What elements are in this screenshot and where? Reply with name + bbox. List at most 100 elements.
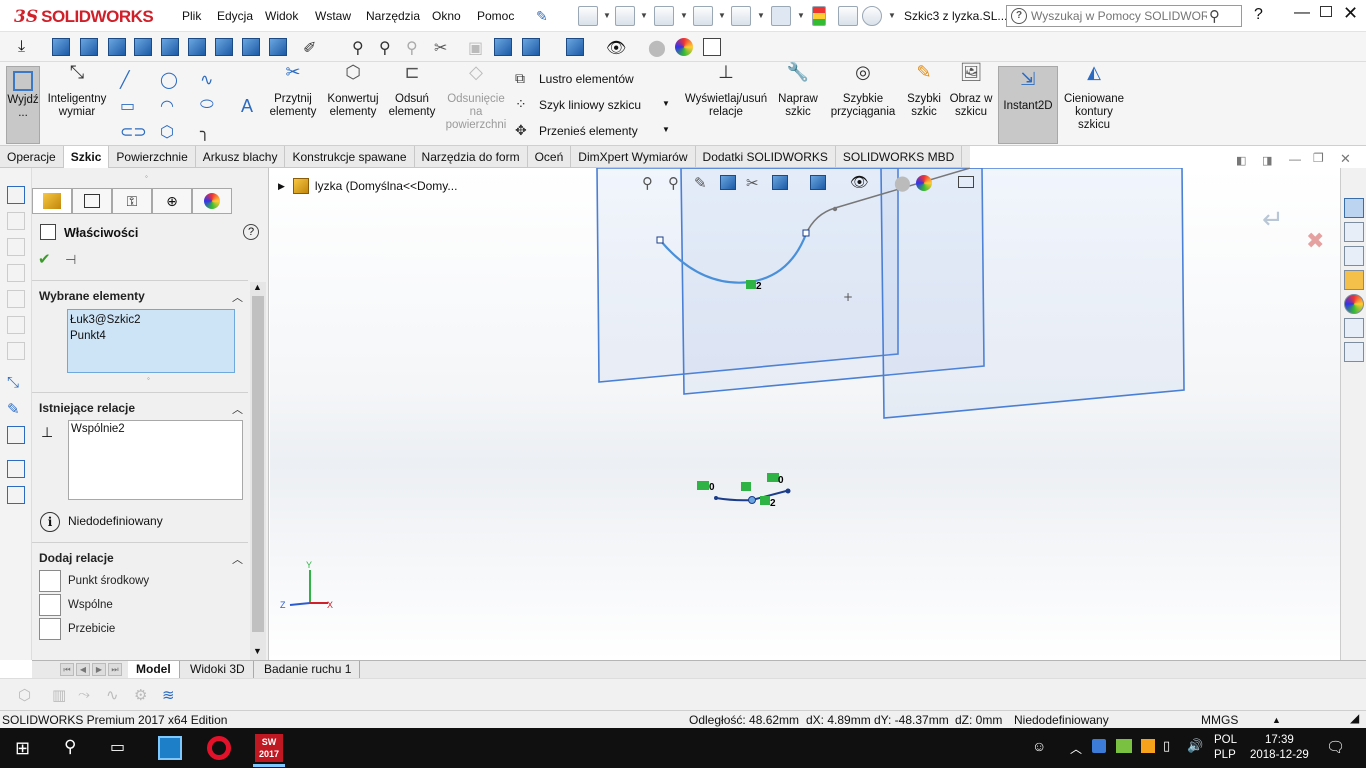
resize-grip-icon[interactable]: ◢ — [1350, 711, 1359, 725]
select-cursor-icon[interactable] — [771, 6, 791, 26]
file-explorer-icon[interactable] — [1344, 246, 1364, 266]
restore-button[interactable] — [1320, 6, 1332, 17]
scroll-thumb[interactable] — [252, 296, 264, 632]
shaded-contours-button[interactable]: ◭ Cieniowane kontury szkicu — [1062, 63, 1126, 132]
bottom-tool-1-icon[interactable]: ⬡ — [18, 686, 36, 704]
prev-tab-icon[interactable]: ◀ — [76, 663, 90, 676]
forum-icon[interactable] — [1344, 342, 1364, 362]
rectangle-icon[interactable]: ▭ — [120, 96, 138, 115]
hud-zoom-area-icon[interactable]: ⚲ — [668, 174, 679, 192]
tab-powierzchnie[interactable]: Powierzchnie — [109, 146, 196, 168]
bottom-tool-2-icon[interactable]: ▥ — [52, 686, 70, 704]
language-indicator[interactable]: POL PLP — [1214, 733, 1237, 763]
add-relation-midpoint[interactable]: Punkt środkowy — [39, 570, 149, 592]
convert-entities-button[interactable]: ⬡ Konwertuj elementy — [324, 63, 382, 119]
first-tab-icon[interactable]: ⏮ — [60, 663, 74, 676]
zoom-area-icon[interactable]: ⚲ — [379, 38, 397, 57]
pm-help-icon[interactable]: ? — [243, 224, 259, 240]
undo-icon[interactable] — [731, 6, 751, 26]
dimetric-view-icon[interactable] — [269, 38, 287, 56]
menu-narzedzia[interactable]: Narzędzia — [366, 9, 420, 23]
display-delete-relations-button[interactable]: ⊥ Wyświetlaj/usuń relacje — [680, 63, 772, 119]
relation-item[interactable]: Wspólnie2 — [71, 423, 240, 435]
tab-szkic[interactable]: Szkic — [63, 146, 110, 168]
hud-zoom-fit-icon[interactable]: ⚲ — [642, 174, 653, 192]
units-selector[interactable]: MMGS — [1201, 713, 1238, 727]
pm-scrollbar[interactable]: ▲ ▼ — [250, 282, 266, 660]
hud-view-orientation-icon[interactable] — [772, 175, 788, 190]
display-style-icon[interactable] — [566, 38, 584, 56]
open-dropdown-icon[interactable]: ▼ — [640, 11, 648, 20]
keep-visible-pin-icon[interactable]: ⊣ — [65, 252, 76, 268]
back-view-icon[interactable] — [80, 38, 98, 56]
tab-konstrukcje-spawane[interactable]: Konstrukcje spawane — [285, 146, 415, 168]
menu-edycja[interactable]: Edycja — [217, 9, 253, 23]
hud-hide-show-icon[interactable]: 👁 — [850, 173, 869, 191]
scroll-up-icon[interactable]: ▲ — [253, 282, 262, 292]
tab-motion-study[interactable]: Badanie ruchu 1 — [256, 661, 361, 678]
mesh-icon[interactable] — [7, 316, 25, 334]
view-monitor-icon[interactable] — [703, 38, 721, 56]
split-pane-right-icon[interactable]: ◨ — [1262, 154, 1272, 167]
nvidia-tray-icon[interactable] — [1116, 739, 1132, 753]
options-dropdown-icon[interactable]: ▼ — [888, 11, 896, 20]
calculator-app-icon[interactable] — [158, 736, 182, 760]
solidworks-resources-icon[interactable] — [1344, 198, 1364, 218]
left-view-icon[interactable] — [108, 38, 126, 56]
bottom-tool-3-icon[interactable]: ⤳ — [78, 686, 96, 704]
open-icon[interactable] — [615, 6, 635, 26]
confirm-corner-exit-icon[interactable]: ↵ — [1262, 204, 1284, 235]
top-view-icon[interactable] — [161, 38, 179, 56]
doc-minimize-icon[interactable]: — — [1289, 152, 1301, 166]
section-view-icon[interactable]: ✂ — [434, 38, 452, 57]
edit-appearance-icon[interactable]: ⬤ — [648, 38, 666, 57]
property-manager-tab[interactable] — [72, 188, 112, 214]
smart-dimension-button[interactable]: ⤡ Inteligentny wymiar — [44, 63, 110, 119]
ok-checkmark-button[interactable]: ✔ — [38, 250, 51, 268]
linear-pattern-dropdown-icon[interactable]: ▼ — [662, 99, 670, 108]
sketch-plane-icon[interactable] — [7, 186, 25, 204]
polygon-icon[interactable]: ⬡ — [160, 122, 178, 141]
feature-manager-tab[interactable] — [32, 188, 72, 214]
volume-icon[interactable]: 🔊 — [1187, 738, 1203, 754]
notifications-icon[interactable]: 🗨 — [1326, 738, 1345, 756]
instant2d-button[interactable]: ⇲ Instant2D — [998, 66, 1058, 144]
previous-view-icon[interactable]: ⚲ — [406, 38, 424, 57]
offset-on-surface-button[interactable]: ◇ Odsunięcie na powierzchni — [442, 63, 510, 132]
sketch-picture-button[interactable]: 🖼 Obraz w szkicu — [948, 63, 994, 119]
copy-entities-icon[interactable] — [7, 460, 25, 478]
panel-resize-handle[interactable]: ◦ — [145, 172, 148, 181]
last-tab-icon[interactable]: ⏭ — [108, 663, 122, 676]
3d-sketch-icon[interactable] — [7, 212, 25, 230]
rebuild-traffic-light-icon[interactable] — [812, 6, 826, 26]
offset-entities-button[interactable]: ⊏ Odsuń elementy — [386, 63, 438, 119]
search-icon[interactable]: ⚲ — [64, 737, 76, 757]
hud-scene-icon[interactable] — [916, 175, 932, 191]
search-icon[interactable]: ⚲ — [1209, 7, 1220, 25]
tab-dodatki[interactable]: Dodatki SOLIDWORKS — [696, 146, 836, 168]
flash-tray-icon[interactable] — [1141, 739, 1155, 753]
solidworks-taskbar-icon[interactable]: SW 2017 — [255, 734, 283, 762]
normal-to-icon[interactable]: ✐ — [303, 38, 321, 57]
select-dropdown-icon[interactable]: ▼ — [797, 11, 805, 20]
menu-widok[interactable]: Widok — [265, 9, 298, 23]
expand-arrow-icon[interactable]: ▶ — [278, 181, 285, 192]
security-tray-icon[interactable] — [1092, 739, 1106, 753]
rapid-sketch-button[interactable]: ✎ Szybki szkic — [904, 63, 944, 119]
front-view-icon[interactable] — [52, 38, 70, 56]
block-icon[interactable] — [7, 264, 25, 282]
ellipse-icon[interactable]: ⬭ — [200, 96, 218, 114]
trimetric-view-icon[interactable] — [242, 38, 260, 56]
print-dropdown-icon[interactable]: ▼ — [718, 11, 726, 20]
bottom-tool-5-icon[interactable]: ⚙ — [134, 686, 152, 704]
confirm-corner-cancel-icon[interactable]: ✖ — [1306, 228, 1324, 254]
opera-icon[interactable] — [207, 736, 231, 760]
menu-plik[interactable]: Plik — [182, 9, 201, 23]
hud-dynamic-annotation-icon[interactable]: ✂ — [746, 174, 759, 192]
selected-item[interactable]: Punkt4 — [70, 328, 232, 344]
slot-icon[interactable]: ⊂⊃ — [120, 122, 147, 141]
repair-sketch-button[interactable]: 🔧 Napraw szkic — [776, 63, 820, 119]
view-selector-icon[interactable] — [494, 38, 512, 56]
fillet-icon[interactable]: ╮ — [200, 122, 218, 141]
line-icon[interactable]: ╱ — [120, 70, 138, 89]
